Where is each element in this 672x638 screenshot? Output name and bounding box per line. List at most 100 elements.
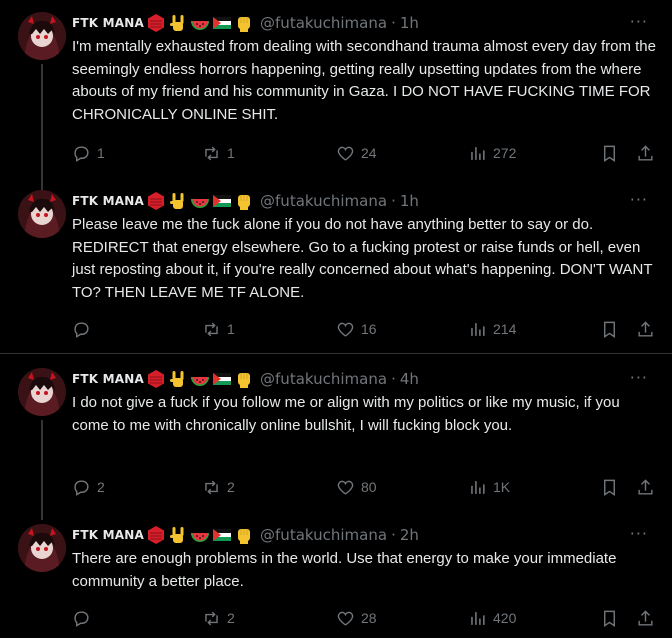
heart-icon xyxy=(337,322,354,337)
handle[interactable]: @futakuchimana xyxy=(260,370,387,388)
name-emojis xyxy=(146,369,256,389)
separator: · xyxy=(391,526,396,544)
more-icon[interactable]: ··· xyxy=(630,368,648,387)
like-button[interactable]: 28 xyxy=(336,607,377,629)
reply-button[interactable]: 1 xyxy=(72,142,105,164)
bookmark-button[interactable] xyxy=(600,318,619,340)
watermelon-emoji xyxy=(191,21,210,30)
share-icon xyxy=(638,478,653,495)
like-button[interactable]: 16 xyxy=(336,318,377,340)
repost-icon xyxy=(205,480,218,494)
timestamp[interactable]: 1h xyxy=(400,192,419,210)
tweet-text: I'm mentally exhausted from dealing with… xyxy=(72,38,656,123)
reply-icon xyxy=(74,610,89,627)
share-button[interactable] xyxy=(636,476,655,498)
name-emojis xyxy=(146,191,256,211)
share-icon xyxy=(638,144,653,161)
repost-button[interactable]: 1 xyxy=(202,142,235,164)
views-button[interactable]: 420 xyxy=(468,607,516,629)
name-emojis xyxy=(146,13,256,33)
avatar[interactable] xyxy=(18,368,66,416)
repost-button[interactable]: 2 xyxy=(202,607,235,629)
reply-button[interactable] xyxy=(72,318,97,340)
avatar[interactable] xyxy=(18,12,66,60)
tweet-text: There are enough problems in the world. … xyxy=(72,550,617,590)
like-count: 80 xyxy=(361,479,377,495)
raised-fist-emoji xyxy=(238,17,251,32)
views-button[interactable]: 1K xyxy=(468,476,510,498)
watermelon-emoji xyxy=(191,533,210,542)
raised-fist-emoji xyxy=(238,373,251,388)
share-button[interactable] xyxy=(636,607,655,629)
share-button[interactable] xyxy=(636,318,655,340)
separator: · xyxy=(391,370,396,388)
repost-icon xyxy=(205,611,218,625)
thread-line xyxy=(41,420,43,520)
bookmark-button[interactable] xyxy=(600,142,619,164)
like-button[interactable]: 24 xyxy=(336,142,377,164)
palestine-flag-emoji xyxy=(213,373,232,385)
heart-icon xyxy=(337,611,354,626)
red-hexagon-emoji xyxy=(148,370,165,388)
views-icon xyxy=(471,611,485,625)
bookmark-icon xyxy=(604,145,615,162)
separator: · xyxy=(391,192,396,210)
palestine-flag-emoji xyxy=(213,17,232,29)
views-icon xyxy=(471,146,485,160)
raised-fist-emoji xyxy=(238,529,251,544)
display-name[interactable]: FTK MANA xyxy=(72,16,144,30)
repost-count: 2 xyxy=(227,610,235,626)
reply-icon xyxy=(74,479,89,496)
views-icon xyxy=(471,480,485,494)
watermelon-emoji xyxy=(191,199,210,208)
bookmark-button[interactable] xyxy=(600,476,619,498)
like-button[interactable]: 80 xyxy=(336,476,377,498)
more-icon[interactable]: ··· xyxy=(630,524,648,543)
avatar[interactable] xyxy=(18,190,66,238)
bookmark-icon xyxy=(604,321,615,338)
share-icon xyxy=(638,609,653,626)
display-name[interactable]: FTK MANA xyxy=(72,194,144,208)
action-bar: 1 16 214 xyxy=(72,318,660,340)
tweet-header: FTK MANA @futakuchimana · 4h xyxy=(72,368,419,390)
more-icon[interactable]: ··· xyxy=(630,12,648,31)
reply-count: 2 xyxy=(97,479,105,495)
bookmark-icon xyxy=(604,479,615,496)
display-name[interactable]: FTK MANA xyxy=(72,372,144,386)
bookmark-icon xyxy=(604,610,615,627)
tweet-header: FTK MANA @futakuchimana · 1h xyxy=(72,190,419,212)
timestamp[interactable]: 4h xyxy=(400,370,419,388)
timestamp[interactable]: 2h xyxy=(400,526,419,544)
rock-hand-emoji xyxy=(170,193,184,209)
display-name[interactable]: FTK MANA xyxy=(72,528,144,542)
share-button[interactable] xyxy=(636,142,655,164)
view-count: 420 xyxy=(493,610,517,626)
raised-fist-emoji xyxy=(238,195,251,210)
view-count: 214 xyxy=(493,321,517,337)
timestamp[interactable]: 1h xyxy=(400,14,419,32)
repost-icon xyxy=(205,146,218,160)
handle[interactable]: @futakuchimana xyxy=(260,14,387,32)
avatar[interactable] xyxy=(18,524,66,572)
red-hexagon-emoji xyxy=(148,14,165,32)
rock-hand-emoji xyxy=(170,15,184,31)
views-button[interactable]: 272 xyxy=(468,142,516,164)
watermelon-emoji xyxy=(191,377,210,386)
reply-count: 1 xyxy=(97,145,105,161)
bookmark-button[interactable] xyxy=(600,607,619,629)
handle[interactable]: @futakuchimana xyxy=(260,526,387,544)
tweet-text: I do not give a fuck if you follow me or… xyxy=(72,394,620,434)
tweet-header: FTK MANA @futakuchimana · 1h xyxy=(72,12,419,34)
repost-button[interactable]: 1 xyxy=(202,318,235,340)
repost-count: 2 xyxy=(227,479,235,495)
action-bar: 2 28 420 xyxy=(72,607,660,629)
more-icon[interactable]: ··· xyxy=(630,190,648,209)
views-button[interactable]: 214 xyxy=(468,318,516,340)
reply-button[interactable]: 2 xyxy=(72,476,105,498)
view-count: 1K xyxy=(493,479,511,495)
handle[interactable]: @futakuchimana xyxy=(260,192,387,210)
reply-button[interactable] xyxy=(72,607,97,629)
repost-count: 1 xyxy=(227,145,235,161)
repost-button[interactable]: 2 xyxy=(202,476,235,498)
heart-icon xyxy=(337,146,354,161)
